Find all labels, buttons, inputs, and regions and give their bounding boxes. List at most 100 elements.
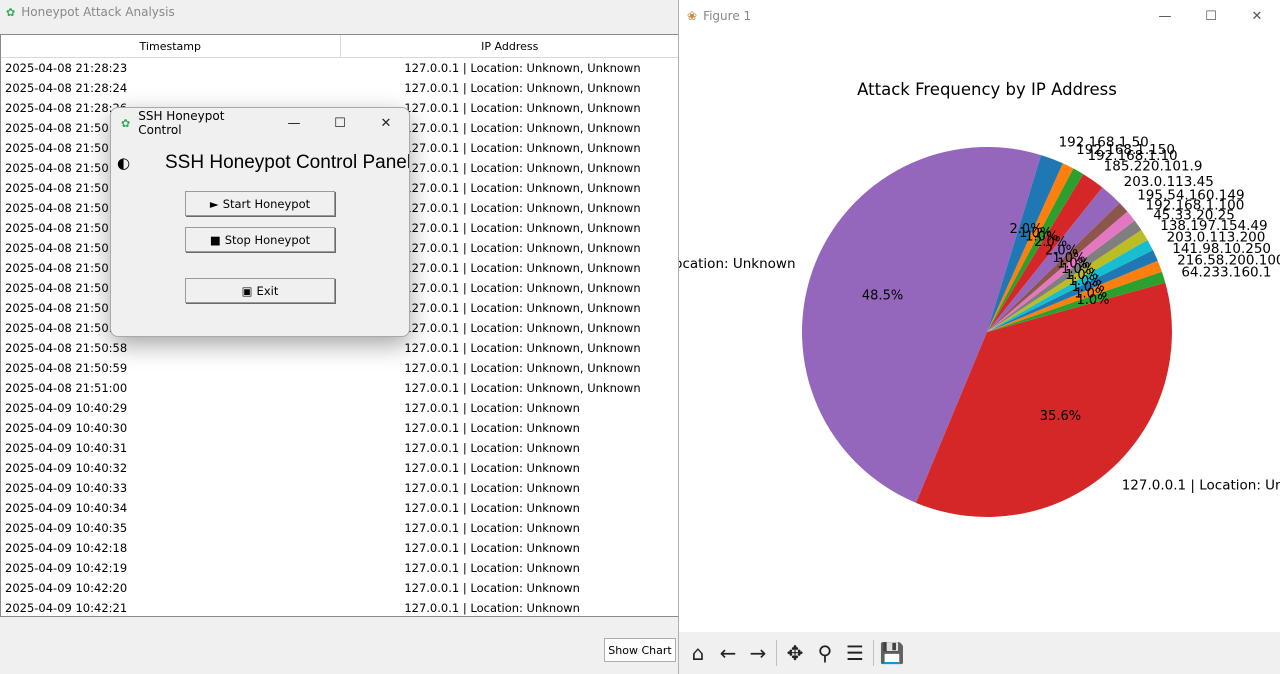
- configure-icon[interactable]: ☰: [840, 638, 870, 668]
- main-window-title: Honeypot Attack Analysis: [21, 5, 175, 19]
- ip-address-cell: 127.0.0.1 | Location: Unknown, Unknown: [404, 61, 641, 75]
- column-header-timestamp[interactable]: Timestamp: [1, 35, 341, 57]
- control-dialog: ✿ SSH Honeypot Control — ☐ ✕ ◐ SSH Honey…: [110, 107, 410, 337]
- stop-icon: ■: [209, 232, 221, 247]
- table-row[interactable]: 2025-04-09 10:40:35 127.0.0.1 | Location:…: [1, 518, 679, 538]
- matplotlib-icon: ❀: [687, 9, 698, 23]
- maximize-icon[interactable]: ☐: [1188, 1, 1234, 31]
- table-row[interactable]: 2025-04-08 21:50:59 127.0.0.1 | Location:…: [1, 358, 679, 378]
- ip-address-cell: 127.0.0.1 | Location: Unknown, Unknown: [404, 181, 641, 195]
- table-row[interactable]: 2025-04-09 10:40:29 127.0.0.1 | Location:…: [1, 398, 679, 418]
- figure-window: ❀ Figure 1 — ☐ ✕ Attack Frequency by IP …: [678, 0, 1280, 674]
- bottom-bar: [0, 617, 680, 674]
- zoom-icon[interactable]: ⚲: [810, 638, 840, 668]
- ip-address-cell: 127.0.0.1 | Location: Unknown, Unknown: [404, 141, 641, 155]
- show-chart-button[interactable]: Show Chart: [604, 638, 676, 662]
- table-row[interactable]: 2025-04-08 21:50:58 127.0.0.1 | Location:…: [1, 338, 679, 358]
- ip-address-cell: 127.0.0.1 | Location: Unknown, Unknown: [404, 161, 641, 175]
- table-row[interactable]: 2025-04-08 21:28:23 127.0.0.1 | Location:…: [1, 58, 679, 78]
- ip-address-cell: 127.0.0.1 | Location: Unknown, Unknown: [404, 121, 641, 135]
- home-icon[interactable]: ⌂: [683, 638, 713, 668]
- toolbar-separator: [776, 640, 777, 666]
- ip-address-cell: 127.0.0.1 | Location: Unknown, Unknown: [404, 81, 641, 95]
- ip-address-cell: 127.0.0.1 | Location: Unknown, Unknown: [404, 201, 641, 215]
- ip-address-cell: 127.0.0.1 | Location: Unknown, Unknown: [404, 261, 641, 275]
- save-icon[interactable]: 💾: [877, 638, 907, 668]
- column-header-ip-address[interactable]: IP Address: [341, 35, 680, 57]
- ip-address-cell: 127.0.0.1 | Location: Unknown: [404, 601, 580, 615]
- pie-percent-label: 48.5%: [862, 288, 903, 303]
- ip-address-cell: 127.0.0.1 | Location: Unknown, Unknown: [404, 241, 641, 255]
- pie-ip-label: 192.168.1.50: [1059, 135, 1149, 151]
- ip-address-cell: 127.0.0.1 | Location: Unknown: [404, 481, 580, 495]
- close-icon[interactable]: ✕: [363, 108, 409, 138]
- table-row[interactable]: 2025-04-08 21:28:24 127.0.0.1 | Location:…: [1, 78, 679, 98]
- feather-icon: ✿: [6, 5, 16, 19]
- timestamp-cell: 2025-04-09 10:40:35: [5, 521, 128, 535]
- control-window-title: SSH Honeypot Control: [138, 109, 225, 137]
- forward-icon[interactable]: →: [743, 638, 773, 668]
- ip-address-cell: 127.0.0.1 | Location: Unknown: [404, 561, 580, 575]
- figure-canvas[interactable]: Attack Frequency by IP Address 48.5% 35.6…: [679, 32, 1280, 632]
- ip-address-cell: 127.0.0.1 | Location: Unknown: [404, 401, 580, 415]
- pie-ip-label: 203.0.113.45: [1124, 174, 1214, 190]
- feather-icon: ✿: [121, 116, 131, 130]
- ip-address-cell: 127.0.0.1 | Location: Unknown: [404, 461, 580, 475]
- timestamp-cell: 2025-04-08 21:50:59: [5, 361, 128, 375]
- ip-address-cell: 127.0.0.1 | Location: Unknown, Unknown: [404, 381, 641, 395]
- ip-address-cell: 127.0.0.1 | Location: Unknown, Unknown: [404, 301, 641, 315]
- ip-address-cell: 127.0.0.1 | Location: Unknown, Unknown: [404, 281, 641, 295]
- pie-percent-label: 2.0%: [1010, 222, 1043, 237]
- table-row[interactable]: 2025-04-08 21:51:00 127.0.0.1 | Location:…: [1, 378, 679, 398]
- stop-honeypot-label: Stop Honeypot: [224, 232, 311, 247]
- pie-chart: Attack Frequency by IP Address 48.5% 35.6…: [679, 80, 1280, 517]
- timestamp-cell: 2025-04-08 21:50:58: [5, 341, 128, 355]
- exit-button[interactable]: ▣ Exit: [185, 278, 335, 303]
- toolbar-separator: [873, 640, 874, 666]
- back-icon[interactable]: ←: [713, 638, 743, 668]
- minimize-icon[interactable]: —: [1142, 1, 1188, 31]
- table-row[interactable]: 2025-04-09 10:42:18 127.0.0.1 | Location:…: [1, 538, 679, 558]
- pie-ip-label: 127.0.0.1 | Location: Unknown: [679, 256, 796, 272]
- timestamp-cell: 2025-04-09 10:40:30: [5, 421, 128, 435]
- table-row[interactable]: 2025-04-09 10:40:31 127.0.0.1 | Location:…: [1, 438, 679, 458]
- ip-address-cell: 127.0.0.1 | Location: Unknown, Unknown: [404, 221, 641, 235]
- maximize-icon[interactable]: ☐: [317, 108, 363, 138]
- play-icon: ►: [209, 196, 219, 211]
- stop-honeypot-button[interactable]: ■ Stop Honeypot: [185, 227, 335, 252]
- table-row[interactable]: 2025-04-09 10:40:32 127.0.0.1 | Location:…: [1, 458, 679, 478]
- exit-icon: ▣: [241, 283, 253, 298]
- ip-address-cell: 127.0.0.1 | Location: Unknown: [404, 541, 580, 555]
- timestamp-cell: 2025-04-09 10:40:31: [5, 441, 128, 455]
- figure-window-title: Figure 1: [703, 9, 752, 23]
- timestamp-cell: 2025-04-09 10:42:20: [5, 581, 128, 595]
- timestamp-cell: 2025-04-09 10:40:32: [5, 461, 128, 475]
- table-row[interactable]: 2025-04-09 10:40:33 127.0.0.1 | Location:…: [1, 478, 679, 498]
- ip-address-cell: 127.0.0.1 | Location: Unknown, Unknown: [404, 341, 641, 355]
- start-honeypot-button[interactable]: ► Start Honeypot: [185, 191, 335, 216]
- minimize-icon[interactable]: —: [271, 108, 317, 138]
- close-icon[interactable]: ✕: [1234, 1, 1280, 31]
- control-titlebar: ✿ SSH Honeypot Control — ☐ ✕: [111, 108, 409, 138]
- exit-label: Exit: [256, 283, 279, 298]
- pan-icon[interactable]: ✥: [780, 638, 810, 668]
- timestamp-cell: 2025-04-09 10:40:29: [5, 401, 128, 415]
- figure-toolbar: ⌂ ← → ✥ ⚲ ☰ 💾: [679, 632, 1280, 674]
- ip-address-cell: 127.0.0.1 | Location: Unknown: [404, 441, 580, 455]
- table-row[interactable]: 2025-04-09 10:42:21 127.0.0.1 | Location:…: [1, 598, 679, 616]
- table-row[interactable]: 2025-04-09 10:40:34 127.0.0.1 | Location:…: [1, 498, 679, 518]
- shield-icon: ◐: [117, 154, 131, 172]
- ip-address-cell: 127.0.0.1 | Location: Unknown, Unknown: [404, 101, 641, 115]
- pie-percent-label: 35.6%: [1040, 409, 1081, 424]
- table-row[interactable]: 2025-04-09 10:42:20 127.0.0.1 | Location:…: [1, 578, 679, 598]
- start-honeypot-label: Start Honeypot: [222, 196, 311, 211]
- table-row[interactable]: 2025-04-09 10:42:19 127.0.0.1 | Location:…: [1, 558, 679, 578]
- ip-address-cell: 127.0.0.1 | Location: Unknown, Unknown: [404, 321, 641, 335]
- chart-title: Attack Frequency by IP Address: [857, 80, 1117, 99]
- table-header: Timestamp IP Address: [1, 35, 679, 58]
- table-row[interactable]: 2025-04-09 10:40:30 127.0.0.1 | Location:…: [1, 418, 679, 438]
- pie-slices: [802, 147, 1172, 517]
- pie-ip-label: 127.0.0.1 | Location: Unknown, Unknown: [1122, 478, 1280, 494]
- figure-titlebar: ❀ Figure 1 — ☐ ✕: [679, 0, 1280, 32]
- ip-address-cell: 127.0.0.1 | Location: Unknown: [404, 521, 580, 535]
